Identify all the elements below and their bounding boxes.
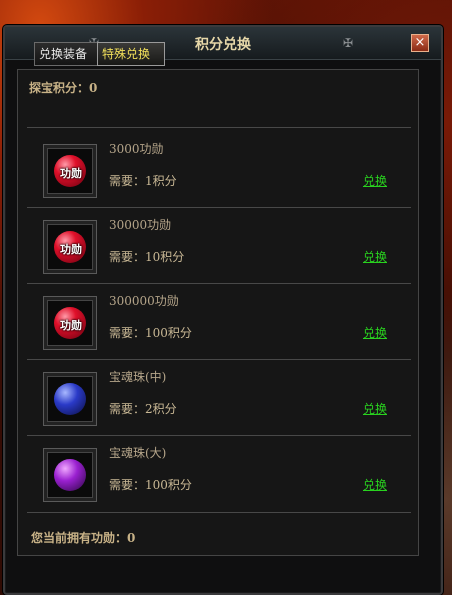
tab-exchange-equipment[interactable]: 兑换装备 [34,42,98,66]
item-slot[interactable] [43,448,97,502]
exchange-link[interactable]: 兑换 [363,324,387,341]
merit-orb-label: 功勋 [60,243,82,256]
owned-merit-display: 您当前拥有功勋：0 [31,529,135,546]
item-cost: 需要：100积分 [109,478,192,492]
item-name: 30000功勋 [109,218,172,232]
tab-special-exchange[interactable]: 特殊兑换 [97,42,165,66]
exchange-item-row: 宝魂珠(大) 需要：100积分 兑换 [27,436,411,512]
item-slot[interactable]: 功勋 [43,144,97,198]
treasure-points-label: 探宝积分： [29,81,90,95]
item-name: 300000功勋 [109,294,179,308]
item-slot[interactable]: 功勋 [43,220,97,274]
exchange-item-row: 功勋 30000功勋 需要：10积分 兑换 [27,208,411,284]
divider [27,127,411,128]
treasure-points-value: 0 [89,81,98,95]
merit-orb-label: 功勋 [60,319,82,332]
exchange-link[interactable]: 兑换 [363,476,387,493]
item-name: 宝魂珠(大) [109,446,167,460]
divider [27,512,411,513]
purple-soul-orb-icon [54,459,86,491]
item-name: 3000功勋 [109,142,164,156]
close-icon[interactable]: × [411,34,429,52]
treasure-points-display: 探宝积分：0 [29,79,97,96]
item-name: 宝魂珠(中) [109,370,167,384]
blue-soul-orb-icon [54,383,86,415]
exchange-link[interactable]: 兑换 [363,248,387,265]
owned-merit-label: 您当前拥有功勋： [31,531,128,545]
exchange-link[interactable]: 兑换 [363,400,387,417]
exchange-item-row: 功勋 300000功勋 需要：100积分 兑换 [27,284,411,360]
title-ornament-right-icon: ✠ [343,36,354,50]
item-cost: 需要：1积分 [109,174,177,188]
item-cost: 需要：100积分 [109,326,192,340]
item-cost: 需要：10积分 [109,250,185,264]
item-slot[interactable]: 功勋 [43,296,97,350]
owned-merit-value: 0 [127,531,136,545]
item-slot[interactable] [43,372,97,426]
exchange-link[interactable]: 兑换 [363,172,387,189]
merit-orb-label: 功勋 [60,167,82,180]
item-cost: 需要：2积分 [109,402,177,416]
exchange-item-row: 功勋 3000功勋 需要：1积分 兑换 [27,132,411,208]
exchange-item-row: 宝魂珠(中) 需要：2积分 兑换 [27,360,411,436]
